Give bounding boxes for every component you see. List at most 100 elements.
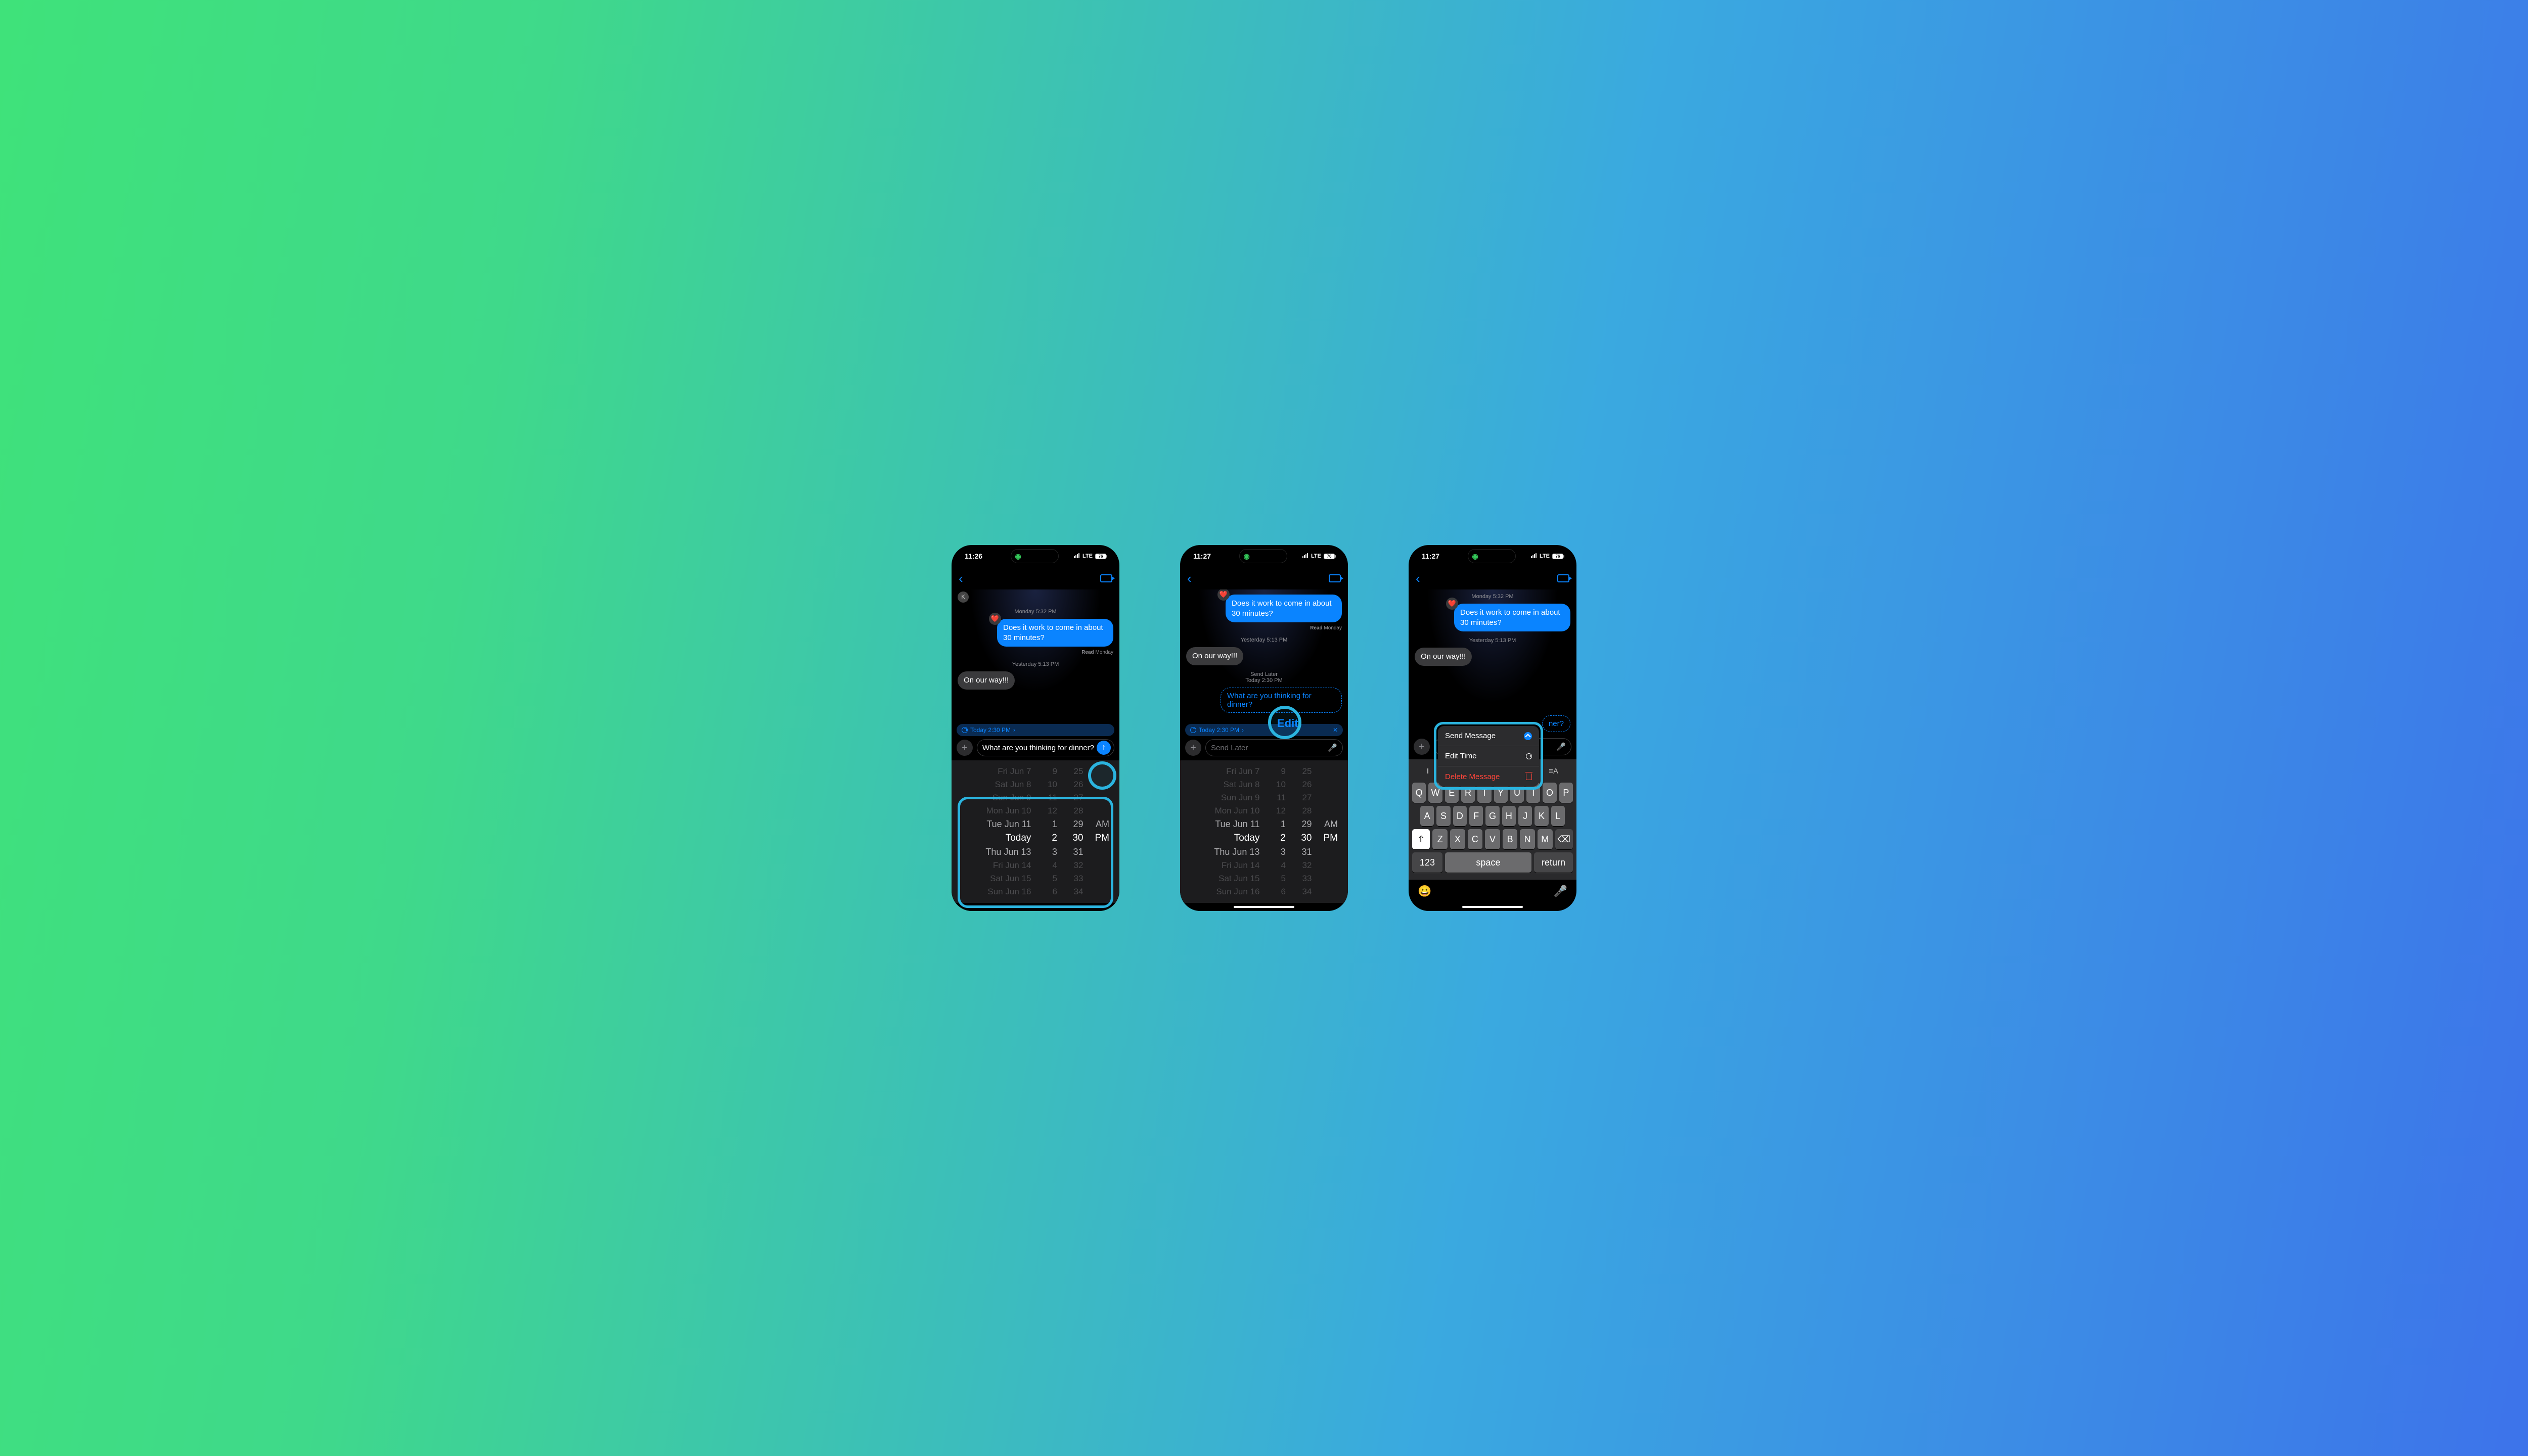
suggestion[interactable]: I	[1427, 767, 1429, 776]
key-v[interactable]: V	[1485, 829, 1500, 849]
picker-cell[interactable]: 3	[1031, 847, 1057, 857]
edit-action-label[interactable]: Edit	[1277, 717, 1298, 730]
scheduled-message-bubble[interactable]: What are you thinking for dinner?	[1221, 688, 1342, 713]
key-d[interactable]: D	[1453, 806, 1467, 826]
picker-cell[interactable]	[1312, 806, 1338, 816]
sent-message[interactable]: ❤️ Does it work to come in about 30 minu…	[997, 619, 1113, 647]
picker-cell[interactable]: 11	[1259, 793, 1286, 803]
picker-cell[interactable]: 2	[1031, 833, 1057, 844]
menu-edit-time[interactable]: Edit Time	[1438, 746, 1539, 766]
picker-cell[interactable]: 10	[1259, 780, 1286, 790]
picker-cell[interactable]: Sun Jun 9	[962, 793, 1031, 803]
picker-cell[interactable]: 30	[1057, 833, 1084, 844]
emoji-button[interactable]: 😀	[1418, 885, 1431, 898]
picker-cell[interactable]: Sat Jun 8	[962, 780, 1031, 790]
picker-cell[interactable]: Thu Jun 13	[1190, 847, 1259, 857]
key-h[interactable]: H	[1502, 806, 1516, 826]
picker-cell[interactable]: 27	[1286, 793, 1312, 803]
text-format-icon[interactable]: ≡A	[1549, 767, 1558, 776]
back-button[interactable]: ‹	[959, 571, 963, 586]
picker-cell[interactable]: Fri Jun 7	[1190, 766, 1259, 777]
picker-cell[interactable]: AM	[1312, 819, 1338, 830]
picker-cell[interactable]: 6	[1259, 887, 1286, 897]
picker-cell[interactable]: 34	[1286, 887, 1312, 897]
picker-cell[interactable]: Sat Jun 15	[1190, 874, 1259, 884]
picker-cell[interactable]: Sun Jun 9	[1190, 793, 1259, 803]
picker-cell[interactable]: Mon Jun 10	[1190, 806, 1259, 816]
picker-cell[interactable]: 9	[1259, 766, 1286, 777]
picker-cell[interactable]: Fri Jun 14	[1190, 860, 1259, 871]
picker-cell[interactable]	[1312, 793, 1338, 803]
picker-cell[interactable]: 2	[1259, 833, 1286, 844]
picker-cell[interactable]: Mon Jun 10	[962, 806, 1031, 816]
schedule-chip[interactable]: Today 2:30 PM › ✕	[1185, 724, 1343, 736]
picker-cell[interactable]: AM	[1083, 819, 1109, 830]
key-n[interactable]: N	[1520, 829, 1535, 849]
add-button[interactable]: +	[1185, 740, 1201, 756]
message-thread[interactable]: Monday 5:32 PM ❤️ Does it work to come i…	[1409, 589, 1576, 735]
received-message[interactable]: On our way!!!	[958, 671, 1015, 690]
picker-cell[interactable]: 26	[1286, 780, 1312, 790]
back-button[interactable]: ‹	[1416, 571, 1420, 586]
picker-cell[interactable]: Fri Jun 7	[962, 766, 1031, 777]
datetime-picker[interactable]: Fri Jun 7925Sat Jun 81026Sun Jun 91127Mo…	[952, 760, 1119, 903]
mic-icon[interactable]: 🎤	[1328, 743, 1337, 752]
picker-cell[interactable]: 6	[1031, 887, 1057, 897]
picker-cell[interactable]	[1083, 860, 1109, 871]
add-button[interactable]: +	[1414, 739, 1430, 755]
key-l[interactable]: L	[1551, 806, 1565, 826]
picker-cell[interactable]	[1083, 793, 1109, 803]
space-key[interactable]: space	[1445, 852, 1531, 873]
menu-delete-message[interactable]: Delete Message	[1438, 766, 1539, 787]
key-f[interactable]: F	[1469, 806, 1483, 826]
shift-key[interactable]: ⇧	[1412, 829, 1430, 849]
backspace-key[interactable]: ⌫	[1555, 829, 1573, 849]
key-o[interactable]: O	[1543, 783, 1556, 803]
picker-cell[interactable]: 5	[1031, 874, 1057, 884]
message-thread[interactable]: ❤️ Does it work to come in about 30 minu…	[1180, 589, 1348, 721]
picker-cell[interactable]	[1083, 766, 1109, 777]
scheduled-message-bubble[interactable]: ner?	[1542, 715, 1570, 732]
picker-cell[interactable]: 32	[1057, 860, 1084, 871]
picker-cell[interactable]: 26	[1057, 780, 1084, 790]
key-g[interactable]: G	[1485, 806, 1499, 826]
picker-cell[interactable]: 12	[1259, 806, 1286, 816]
picker-cell[interactable]	[1312, 780, 1338, 790]
facetime-button[interactable]	[1100, 574, 1112, 582]
picker-cell[interactable]: 31	[1057, 847, 1084, 857]
key-c[interactable]: C	[1468, 829, 1483, 849]
send-button[interactable]: ↑	[1097, 741, 1111, 755]
picker-cell[interactable]: 25	[1057, 766, 1084, 777]
picker-cell[interactable]: 33	[1057, 874, 1084, 884]
message-input[interactable]: What are you thinking for dinner? ↑	[977, 739, 1114, 756]
facetime-button[interactable]	[1557, 574, 1569, 582]
key-q[interactable]: Q	[1412, 783, 1426, 803]
key-x[interactable]: X	[1450, 829, 1465, 849]
picker-cell[interactable]: Today	[1190, 833, 1259, 844]
picker-cell[interactable]	[1083, 847, 1109, 857]
picker-cell[interactable]: 9	[1031, 766, 1057, 777]
picker-cell[interactable]: 31	[1286, 847, 1312, 857]
key-p[interactable]: P	[1559, 783, 1573, 803]
picker-cell[interactable]	[1312, 874, 1338, 884]
message-input[interactable]: Send Later 🎤	[1205, 739, 1343, 756]
picker-cell[interactable]: Sat Jun 15	[962, 874, 1031, 884]
picker-cell[interactable]: Thu Jun 13	[962, 847, 1031, 857]
picker-cell[interactable]: 30	[1286, 833, 1312, 844]
home-indicator[interactable]	[1234, 906, 1294, 908]
received-message[interactable]: On our way!!!	[1186, 647, 1243, 665]
picker-cell[interactable]: 1	[1259, 819, 1286, 830]
picker-cell[interactable]: 29	[1286, 819, 1312, 830]
picker-cell[interactable]: Tue Jun 11	[1190, 819, 1259, 830]
picker-cell[interactable]: PM	[1083, 833, 1109, 844]
picker-cell[interactable]: Today	[962, 833, 1031, 844]
picker-cell[interactable]	[1083, 874, 1109, 884]
clear-schedule-button[interactable]: ✕	[1333, 726, 1338, 734]
key-z[interactable]: Z	[1432, 829, 1448, 849]
mic-icon[interactable]: 🎤	[1556, 742, 1566, 751]
heart-reaction-icon[interactable]: ❤️	[1446, 598, 1458, 610]
picker-cell[interactable]: 28	[1057, 806, 1084, 816]
picker-cell[interactable]	[1312, 887, 1338, 897]
picker-cell[interactable]: 34	[1057, 887, 1084, 897]
picker-cell[interactable]: 3	[1259, 847, 1286, 857]
